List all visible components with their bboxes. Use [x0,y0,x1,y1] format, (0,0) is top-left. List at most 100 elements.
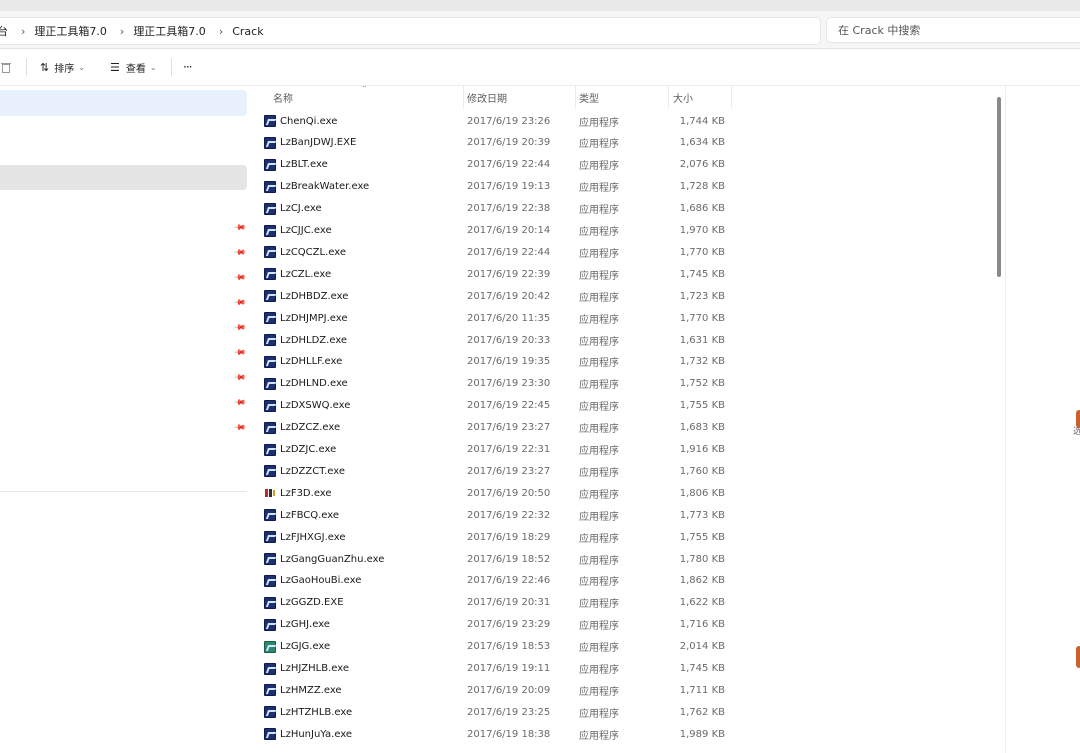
column-divider[interactable] [575,86,576,108]
file-row[interactable]: LzCZL.exe 2017/6/19 22:39 应用程序 1,745 KB [247,263,987,285]
file-row[interactable]: LzDHJMPJ.exe 2017/6/20 11:35 应用程序 1,770 KB [247,307,987,329]
nav-item-selected[interactable] [0,90,247,116]
file-row[interactable]: LzGaoHouBi.exe 2017/6/19 22:46 应用程序 1,862 K… [247,570,987,592]
file-name-cell[interactable]: LzHMZZ.exe [264,679,342,701]
file-row[interactable]: ChenQi.exe 2017/6/19 23:26 应用程序 1,744 KB [247,110,987,132]
breadcrumb-partial[interactable]: 台 [0,23,8,39]
column-header-date[interactable]: 修改日期 [467,86,507,108]
file-name-cell[interactable]: LzDZZCT.exe [264,460,345,482]
file-row[interactable]: LzF3D.exe 2017/6/19 20:50 应用程序 1,806 KB [247,482,987,504]
file-name-cell[interactable]: LzHJZHLB.exe [264,658,349,680]
file-name-cell[interactable]: LzDHLDZ.exe [264,329,347,351]
file-row[interactable]: LzDHLND.exe 2017/6/19 23:30 应用程序 1,752 KB [247,373,987,395]
file-row[interactable]: LzFJHXGJ.exe 2017/6/19 18:29 应用程序 1,755 KB [247,526,987,548]
file-name-cell[interactable]: LzGangGuanZhu.exe [264,548,384,570]
column-divider[interactable] [463,86,464,108]
file-name-cell[interactable]: LzHTZHLB.exe [264,701,352,723]
file-name-cell[interactable]: LzDZCZ.exe [264,417,340,439]
file-row[interactable]: LzGJG.exe 2017/6/19 18:53 应用程序 2,014 KB [247,636,987,658]
chevron-right-icon: › [21,24,26,38]
pin-icon[interactable]: 📌 [233,221,246,234]
file-row[interactable]: LzDZJC.exe 2017/6/19 22:31 应用程序 1,916 KB [247,439,987,461]
file-row[interactable]: LzDZCZ.exe 2017/6/19 23:27 应用程序 1,683 KB [247,417,987,439]
file-name-cell[interactable]: LzDHJMPJ.exe [264,307,348,329]
file-name-cell[interactable]: LzBanJDWJ.EXE [264,132,356,154]
view-button[interactable]: ☰ 查看 ⌄ [110,49,157,85]
nav-item-hover[interactable] [0,165,247,190]
breadcrumb-item-2[interactable]: 理正工具箱7.0 [133,23,206,39]
file-date-cell: 2017/6/19 22:38 [467,203,551,215]
file-row[interactable]: LzFBCQ.exe 2017/6/19 22:32 应用程序 1,773 KB [247,504,987,526]
file-date-cell: 2017/6/19 23:27 [467,465,551,477]
file-type-cell: 应用程序 [579,599,619,611]
column-divider[interactable] [731,86,732,108]
file-name-cell[interactable]: ChenQi.exe [264,110,337,132]
column-header-type[interactable]: 类型 [579,86,599,108]
file-name-cell[interactable]: LzFJHXGJ.exe [264,526,346,548]
file-row[interactable]: LzDXSWQ.exe 2017/6/19 22:45 应用程序 1,755 KB [247,395,987,417]
file-name-cell[interactable]: LzDXSWQ.exe [264,395,350,417]
file-name-cell[interactable]: LzHunJuYa.exe [264,723,352,745]
more-options-button[interactable]: ··· [183,49,193,85]
file-name-cell[interactable]: LzGHJ.exe [264,614,330,636]
pin-icon[interactable]: 📌 [233,421,246,434]
file-size-cell: 1,989 KB [679,728,725,740]
file-row[interactable]: LzDHLLF.exe 2017/6/19 19:35 应用程序 1,732 KB [247,351,987,373]
pin-icon[interactable]: 📌 [233,271,246,284]
file-row[interactable]: LzBanJDWJ.EXE 2017/6/19 20:39 应用程序 1,634 KB [247,132,987,154]
file-row[interactable]: LzHTZHLB.exe 2017/6/19 23:25 应用程序 1,762 KB [247,701,987,723]
file-name-cell[interactable]: LzGGZD.EXE [264,592,344,614]
pin-icon[interactable]: 📌 [233,396,246,409]
column-header-size[interactable]: 大小 [673,86,693,108]
file-name-cell[interactable]: LzGJG.exe [264,636,330,658]
pin-icon[interactable]: 📌 [233,346,246,359]
file-row[interactable]: LzCQCZL.exe 2017/6/19 22:44 应用程序 1,770 KB [247,241,987,263]
exe-app-icon [264,246,276,259]
vertical-scrollbar[interactable] [997,97,1001,277]
file-name-cell[interactable]: LzCJJC.exe [264,220,332,242]
file-row[interactable]: LzCJ.exe 2017/6/19 22:38 应用程序 1,686 KB [247,198,987,220]
file-name-cell[interactable]: LzDHLLF.exe [264,351,342,373]
file-name-cell[interactable]: LzBreakWater.exe [264,176,369,198]
file-row[interactable]: LzGangGuanZhu.exe 2017/6/19 18:52 应用程序 1,78… [247,548,987,570]
file-name-cell[interactable]: LzF3D.exe [264,482,332,504]
file-row[interactable]: LzHJZHLB.exe 2017/6/19 19:11 应用程序 1,745 KB [247,658,987,680]
sort-button[interactable]: ⇅ 排序 ⌄ [40,49,85,85]
file-row[interactable]: LzBreakWater.exe 2017/6/19 19:13 应用程序 1,728… [247,176,987,198]
exe-app-icon [264,180,276,193]
file-row[interactable]: LzGHJ.exe 2017/6/19 23:29 应用程序 1,716 KB [247,614,987,636]
file-name-text: LzHunJuYa.exe [280,728,353,740]
address-bar[interactable]: 台 › 理正工具箱7.0 › 理正工具箱7.0 › Crack [0,17,821,45]
file-name-cell[interactable]: LzDHBDZ.exe [264,285,348,307]
file-name-cell[interactable]: LzCQCZL.exe [264,241,346,263]
file-size-cell: 1,755 KB [679,400,725,412]
column-divider[interactable] [668,86,669,108]
pin-icon[interactable]: 📌 [233,246,246,259]
file-row[interactable]: LzGGZD.EXE 2017/6/19 20:31 应用程序 1,622 KB [247,592,987,614]
column-header-name[interactable]: 名称 [273,86,293,108]
file-row[interactable]: LzCJJC.exe 2017/6/19 20:14 应用程序 1,970 KB [247,220,987,242]
file-row[interactable]: LzDHLDZ.exe 2017/6/19 20:33 应用程序 1,631 KB [247,329,987,351]
file-name-cell[interactable]: LzGaoHouBi.exe [264,570,361,592]
file-row[interactable]: LzHMZZ.exe 2017/6/19 20:09 应用程序 1,711 KB [247,679,987,701]
file-size-cell: 1,752 KB [679,378,725,390]
search-input[interactable]: 在 Crack 中搜索 [826,17,1080,43]
delete-button[interactable] [0,49,13,85]
file-name-cell[interactable]: LzFBCQ.exe [264,504,339,526]
file-row[interactable]: LzHunJuYa.exe 2017/6/19 18:38 应用程序 1,989 KB [247,723,987,745]
file-name-cell[interactable]: LzCJ.exe [264,198,322,220]
file-name-text: LzDHLDZ.exe [280,334,348,346]
file-type-cell: 应用程序 [579,358,619,370]
file-name-cell[interactable]: LzCZL.exe [264,263,331,285]
breadcrumb-item-1[interactable]: 理正工具箱7.0 [34,23,107,39]
file-row[interactable]: LzDHBDZ.exe 2017/6/19 20:42 应用程序 1,723 KB [247,285,987,307]
pin-icon[interactable]: 📌 [233,321,246,334]
file-name-cell[interactable]: LzBLT.exe [264,154,328,176]
file-row[interactable]: LzDZZCT.exe 2017/6/19 23:27 应用程序 1,760 KB [247,460,987,482]
pin-icon[interactable]: 📌 [233,296,246,309]
pin-icon[interactable]: 📌 [233,371,246,384]
file-name-cell[interactable]: LzDHLND.exe [264,373,348,395]
breadcrumb-item-3[interactable]: Crack [232,25,263,38]
file-row[interactable]: LzBLT.exe 2017/6/19 22:44 应用程序 2,076 KB [247,154,987,176]
file-name-cell[interactable]: LzDZJC.exe [264,439,336,461]
